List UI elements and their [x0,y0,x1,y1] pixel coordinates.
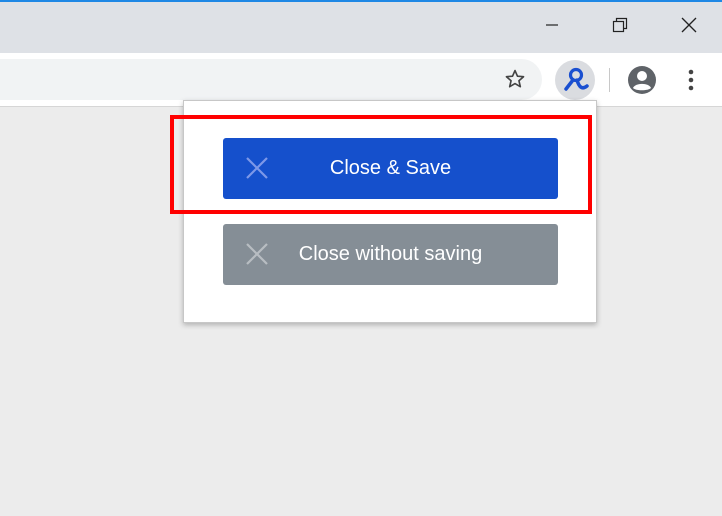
star-outline-icon [505,69,525,88]
close-x-icon [246,157,268,179]
restore-button[interactable] [597,4,643,46]
three-dots-vertical-icon [688,69,694,91]
extension-logo-icon [564,67,589,91]
restore-icon [612,17,628,33]
close-window-button[interactable] [666,4,712,46]
extension-popup: Close & Save Close without saving [183,100,597,323]
close-x-icon [246,243,268,265]
toolbar-separator [609,68,610,92]
close-without-saving-label: Close without saving [298,243,483,265]
extension-button[interactable] [555,60,595,100]
browser-toolbar [0,53,722,107]
bookmark-button[interactable] [500,64,530,94]
close-and-save-label: Close & Save [329,157,452,179]
browser-menu-button[interactable] [678,64,704,96]
account-circle-icon [628,66,656,94]
address-bar[interactable] [0,59,542,100]
close-icon [681,17,697,33]
title-bar [0,2,722,53]
minimize-icon [546,24,558,26]
close-and-save-button[interactable]: Close & Save [223,138,558,199]
close-without-saving-button[interactable]: Close without saving [223,224,558,285]
profile-button[interactable] [626,64,658,96]
minimize-button[interactable] [529,4,575,46]
